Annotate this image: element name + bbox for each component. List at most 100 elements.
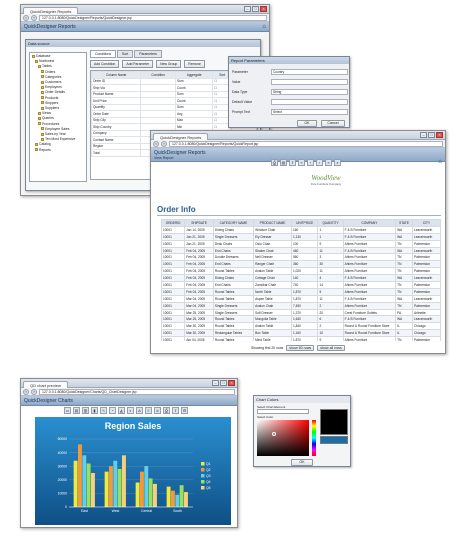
param-ok-button[interactable]: OK [297,120,317,127]
open-icon[interactable]: ▤ [73,407,80,414]
export-icon[interactable]: ⇪ [172,407,179,414]
close-icon[interactable]: × [228,380,235,386]
minimize-icon[interactable]: – [244,6,251,12]
column-header[interactable]: CITY [411,219,441,227]
color-icon[interactable]: ◐ [127,407,134,414]
forward-icon[interactable]: › [161,140,167,147]
browser-tab[interactable]: QuickDesigner Reports [153,132,209,140]
browser-tab[interactable]: QD chart preview [23,380,68,388]
grid-icon[interactable]: # [154,407,161,414]
bar[interactable] [82,455,87,507]
next-page-icon[interactable]: › [316,159,323,166]
show-all-button[interactable]: show all rows [317,345,345,351]
tree-item[interactable]: Reports [32,148,84,153]
last-page-icon[interactable]: » [325,159,332,166]
column-header[interactable]: COMPANY [342,219,397,227]
bar[interactable] [91,473,95,507]
bar[interactable] [179,485,184,507]
schema-tree: Database Northwind Tables Orders Categories C… [29,52,87,182]
column-header[interactable]: STATE [395,219,413,227]
bar[interactable] [170,490,175,507]
bar[interactable] [144,466,149,507]
legend-icon[interactable]: ≡ [145,407,152,414]
minimize-icon[interactable]: – [420,132,427,138]
table-row: 10001 Mar 30, 2005 Rectangular Tables Box T… [161,329,441,338]
bar[interactable] [104,471,109,507]
close-icon[interactable]: × [436,132,443,138]
home-icon[interactable]: ⌂ [262,24,266,30]
bar-chart-icon[interactable]: ▮ [91,407,98,414]
parameter-value-field[interactable] [271,79,348,85]
element-select[interactable] [257,409,309,414]
url-field[interactable]: 127.0.0.1:8080/QuickDesigner/Reports/Qui… [39,14,267,21]
remove-button[interactable]: Remove [184,60,205,68]
table-cell: 11 [317,294,344,303]
maximize-icon[interactable]: □ [220,380,227,386]
bar[interactable] [153,483,157,507]
parameter-value-field[interactable] [271,99,348,105]
bar[interactable] [166,486,171,507]
close-icon[interactable]: × [260,6,267,12]
bar[interactable] [139,471,144,507]
add-parameter-button[interactable]: Add Parameter [122,60,154,68]
bar[interactable] [117,468,122,507]
first-page-icon[interactable]: « [298,159,305,166]
tab-parameters[interactable]: Parameters [134,50,162,58]
column-header[interactable]: SHIPDATE [184,219,214,227]
bar[interactable] [73,460,78,507]
prev-page-icon[interactable]: ‹ [307,159,314,166]
save-icon[interactable]: ▤ [280,159,287,166]
column-header[interactable]: UNITPRICE [290,219,319,227]
area-chart-icon[interactable]: ◭ [118,407,125,414]
address-bar: ‹ › 127.0.0.1:8080/QuickDesigner/Charts/… [21,388,237,396]
bar[interactable] [108,466,113,507]
new-chart-icon[interactable]: ▭ [64,407,71,414]
bar[interactable] [184,492,188,507]
back-icon[interactable]: ‹ [23,14,29,21]
zoom-icon[interactable]: ⌕ [334,159,341,166]
color-spectrum[interactable] [257,420,309,456]
minimize-icon[interactable]: – [212,380,219,386]
color-ok-button[interactable]: OK [291,459,313,466]
param-cancel-button[interactable]: Cancel [321,120,345,127]
back-icon[interactable]: ‹ [153,140,159,147]
column-header[interactable]: CATEGORY NAME [212,219,255,227]
save-icon[interactable]: ▥ [82,407,89,414]
font-icon[interactable]: A [136,407,143,414]
parameter-value-field[interactable]: String [271,89,348,95]
export-icon[interactable]: ⇪ [289,159,296,166]
parameter-value-field[interactable]: Country [271,69,348,75]
maximize-icon[interactable]: □ [428,132,435,138]
back-icon[interactable]: ‹ [23,388,29,395]
bar[interactable] [86,463,91,507]
bar[interactable] [122,455,126,507]
new-group-button[interactable]: New Group [156,60,182,68]
home-icon[interactable]: ⌂ [438,159,442,165]
forward-icon[interactable]: › [31,14,37,21]
bar[interactable] [135,482,140,507]
url-field[interactable]: 127.0.0.1:8080/QuickDesigner/Reports/Qui… [169,140,443,147]
column-header[interactable]: ORDERID [161,219,186,227]
settings-icon[interactable]: ⚙ [181,407,188,414]
forward-icon[interactable]: › [31,388,37,395]
parameter-value-field[interactable]: Select [271,109,348,115]
tab-conditions[interactable]: Conditions [90,50,117,58]
bar[interactable] [148,478,153,507]
bar[interactable] [113,460,118,507]
hue-slider[interactable] [312,420,316,456]
column-header[interactable]: QUANTITY [317,219,344,227]
line-chart-icon[interactable]: ∿ [100,407,107,414]
print-icon[interactable]: ⎙ [163,407,170,414]
bar[interactable] [77,444,82,507]
print-icon[interactable]: ⎙ [271,159,278,166]
pie-chart-icon[interactable]: ◔ [109,407,116,414]
url-field[interactable]: 127.0.0.1:8080/QuickDesigner/Charts/QD_C… [39,388,235,395]
maximize-icon[interactable]: □ [252,6,259,12]
browser-tab[interactable]: QuickDesigner Reports [23,6,79,14]
bar[interactable] [175,494,180,507]
color-cursor-icon[interactable] [272,432,276,436]
add-condition-button[interactable]: Add Condition [90,60,120,68]
column-header[interactable]: PRODUCT NAME [253,219,292,227]
show-50-button[interactable]: show 50 rows [286,345,315,351]
tab-sort[interactable]: Sort [117,50,134,58]
